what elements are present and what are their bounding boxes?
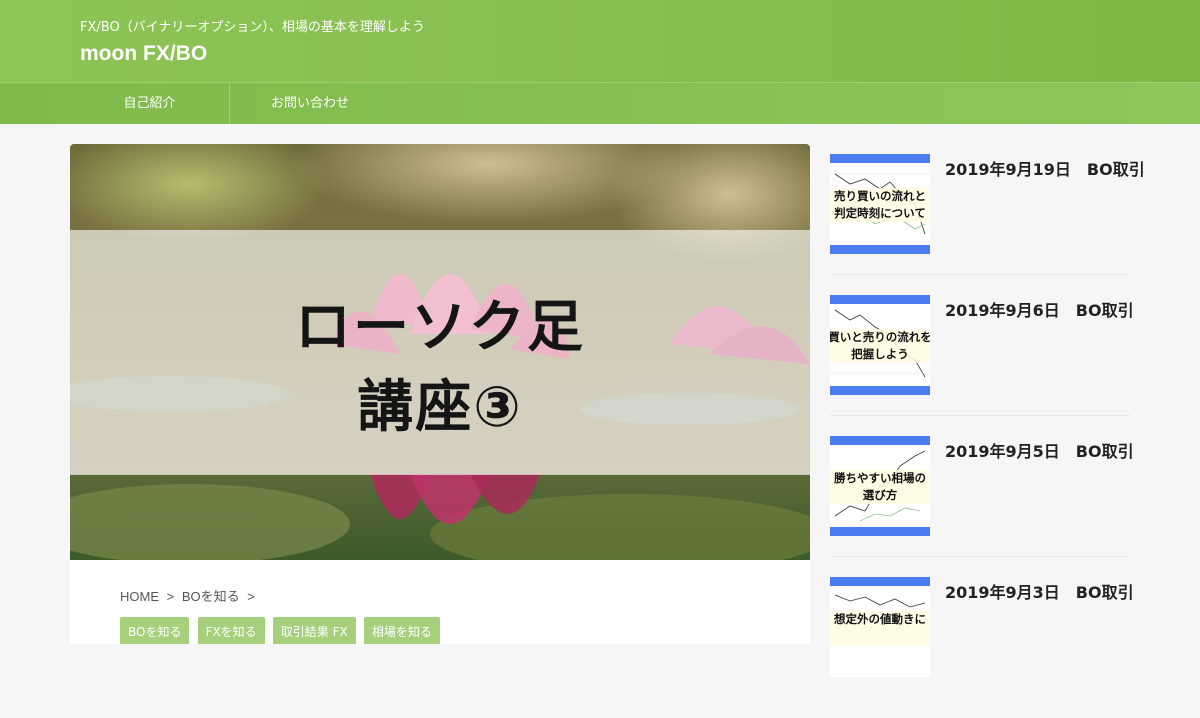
main-nav: 自己紹介 お問い合わせ [0,82,1200,124]
hero-image[interactable]: ローソク足 講座③ [70,144,810,560]
tag-list: BOを知る FXを知る 取引結果 FX 相場を知る [120,617,443,644]
sidebar-post[interactable]: 売り買いの流れと 判定時刻について 2019年9月19日 BO取引 [830,154,1145,295]
site-title-link[interactable]: moon FX/BO [80,42,207,66]
tag-market[interactable]: 相場を知る [363,617,440,644]
post-title-link[interactable]: 2019年9月6日 BO取引 [945,297,1134,321]
thumb-caption-line2: 判定時刻について [834,206,926,220]
post-thumbnail[interactable]: 買いと売りの流れを 把握しよう [830,295,930,395]
chart-thumbnail-image [830,577,930,677]
site-header: FX/BO（バイナリーオプション）、相場の基本を理解しよう moon FX/BO [0,0,1200,82]
post-divider [830,556,1130,557]
sidebar-post[interactable]: 勝ちやすい相場の 選び方 2019年9月5日 BO取引 [830,436,1134,577]
thumb-caption-line1: 勝ちやすい相場の [834,471,926,485]
site-tagline: FX/BO（バイナリーオプション）、相場の基本を理解しよう [80,20,425,35]
tag-fx[interactable]: FXを知る [197,617,265,644]
tag-result-fx[interactable]: 取引結果 FX [272,617,356,644]
breadcrumb-category-link[interactable]: BOを知る [182,589,240,604]
chart-thumbnail-image [830,436,930,536]
chart-thumbnail-image [830,154,930,254]
post-title-link[interactable]: 2019年9月5日 BO取引 [945,438,1134,462]
hero-title-line2: 講座③ [357,375,523,440]
hero-title-line1: ローソク足 [295,295,585,360]
tag-bo[interactable]: BOを知る [120,617,190,644]
breadcrumb: HOME > BOを知る > [120,586,259,605]
breadcrumb-separator: > [166,589,175,604]
chart-thumbnail-image [830,295,930,395]
post-title-link[interactable]: 2019年9月3日 BO取引 [945,579,1134,603]
sidebar-post[interactable]: 想定外の値動きに 2019年9月3日 BO取引 [830,577,1134,718]
nav-item-about[interactable]: 自己紹介 [70,83,230,124]
sidebar-post[interactable]: 買いと売りの流れを 把握しよう 2019年9月6日 BO取引 [830,295,1134,436]
post-thumbnail[interactable]: 売り買いの流れと 判定時刻について [830,154,930,254]
breadcrumb-home-link[interactable]: HOME [120,589,159,604]
breadcrumb-separator: > [247,589,255,604]
thumb-caption-line2: 把握しよう [851,347,909,361]
article-card: ローソク足 講座③ HOME > BOを知る > BOを知る FXを知る 取引結… [70,144,810,644]
post-thumbnail[interactable]: 勝ちやすい相場の 選び方 [830,436,930,536]
post-divider [830,415,1130,416]
nav-item-contact[interactable]: お問い合わせ [230,83,390,124]
thumb-caption-line1: 売り買いの流れと [834,189,926,203]
thumb-caption-line1: 想定外の値動きに [834,612,926,626]
post-thumbnail[interactable]: 想定外の値動きに [830,577,930,677]
thumb-caption-line2: 選び方 [862,488,898,502]
post-title-link[interactable]: 2019年9月19日 BO取引 [945,156,1145,180]
post-divider [830,274,1130,275]
thumb-caption-line1: 買いと売りの流れを [830,330,930,344]
